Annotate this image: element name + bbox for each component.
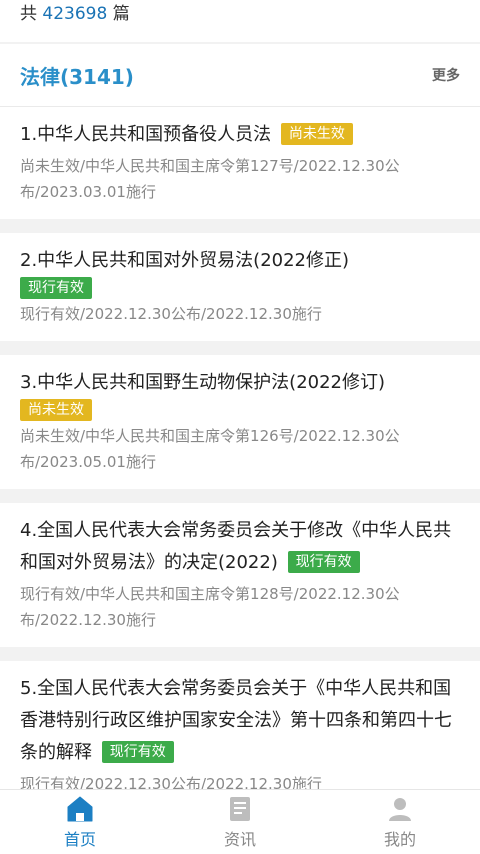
list-item[interactable]: 2.中华人民共和国对外贸易法(2022修正) 现行有效 现行有效/2022.12… bbox=[0, 233, 480, 341]
bottom-nav: 首页 资讯 我的 bbox=[0, 789, 480, 854]
user-icon bbox=[389, 798, 411, 821]
home-icon bbox=[67, 796, 93, 822]
nav-tab-mine[interactable]: 我的 bbox=[320, 790, 480, 854]
item-title: 3.中华人民共和国野生动物保护法(2022修订) bbox=[20, 367, 460, 399]
nav-tab-home[interactable]: 首页 bbox=[0, 790, 160, 854]
total-suffix: 篇 bbox=[112, 4, 130, 24]
item-title: 1.中华人民共和国预备役人员法 尚未生效 bbox=[20, 119, 460, 151]
item-title: 4.全国人民代表大会常务委员会关于修改《中华人民共和国对外贸易法》的决定(202… bbox=[20, 515, 460, 579]
news-icon bbox=[230, 797, 250, 821]
item-title-text: 3.中华人民共和国野生动物保护法(2022修订) bbox=[20, 372, 386, 393]
more-link[interactable]: 更多 bbox=[432, 65, 460, 85]
item-title-text: 4.全国人民代表大会常务委员会关于修改《中华人民共和国对外贸易法》的决定(202… bbox=[20, 520, 452, 573]
nav-tab-news[interactable]: 资讯 bbox=[160, 790, 320, 854]
total-count-bar: 共 423698 篇 bbox=[0, 0, 480, 42]
total-count: 423698 bbox=[42, 4, 108, 24]
total-prefix: 共 bbox=[20, 4, 37, 24]
status-badge: 尚未生效 bbox=[20, 399, 92, 421]
list-item[interactable]: 3.中华人民共和国野生动物保护法(2022修订) 尚未生效 尚未生效/中华人民共… bbox=[0, 355, 480, 489]
status-badge: 现行有效 bbox=[20, 277, 92, 299]
item-title-text: 5.全国人民代表大会常务委员会关于《中华人民共和国香港特别行政区维护国家安全法》… bbox=[20, 678, 452, 763]
item-title-text: 2.中华人民共和国对外贸易法(2022修正) bbox=[20, 250, 350, 271]
item-meta: 现行有效/2022.12.30公布/2022.12.30施行 bbox=[20, 305, 322, 323]
item-meta: 尚未生效/中华人民共和国主席令第127号/2022.12.30公布/2023.0… bbox=[20, 157, 400, 201]
section-title: 法律(3141) bbox=[20, 64, 134, 89]
item-title-text: 1.中华人民共和国预备役人员法 bbox=[20, 124, 272, 145]
nav-label-mine: 我的 bbox=[383, 830, 416, 849]
section-header: 法律(3141) 更多 bbox=[0, 44, 480, 107]
list-item[interactable]: 1.中华人民共和国预备役人员法 尚未生效 尚未生效/中华人民共和国主席令第127… bbox=[0, 107, 480, 219]
item-meta: 尚未生效/中华人民共和国主席令第126号/2022.12.30公布/2023.0… bbox=[20, 427, 400, 471]
nav-label-news: 资讯 bbox=[223, 830, 256, 849]
status-badge: 尚未生效 bbox=[280, 123, 353, 145]
item-title: 5.全国人民代表大会常务委员会关于《中华人民共和国香港特别行政区维护国家安全法》… bbox=[20, 673, 460, 769]
nav-label-home: 首页 bbox=[63, 830, 96, 849]
item-title: 2.中华人民共和国对外贸易法(2022修正) bbox=[20, 245, 460, 277]
list-item[interactable]: 4.全国人民代表大会常务委员会关于修改《中华人民共和国对外贸易法》的决定(202… bbox=[0, 503, 480, 647]
status-badge: 现行有效 bbox=[287, 551, 360, 573]
law-list: 1.中华人民共和国预备役人员法 尚未生效 尚未生效/中华人民共和国主席令第127… bbox=[0, 107, 480, 811]
item-meta: 现行有效/中华人民共和国主席令第128号/2022.12.30公布/2022.1… bbox=[20, 585, 400, 629]
status-badge: 现行有效 bbox=[101, 741, 174, 763]
